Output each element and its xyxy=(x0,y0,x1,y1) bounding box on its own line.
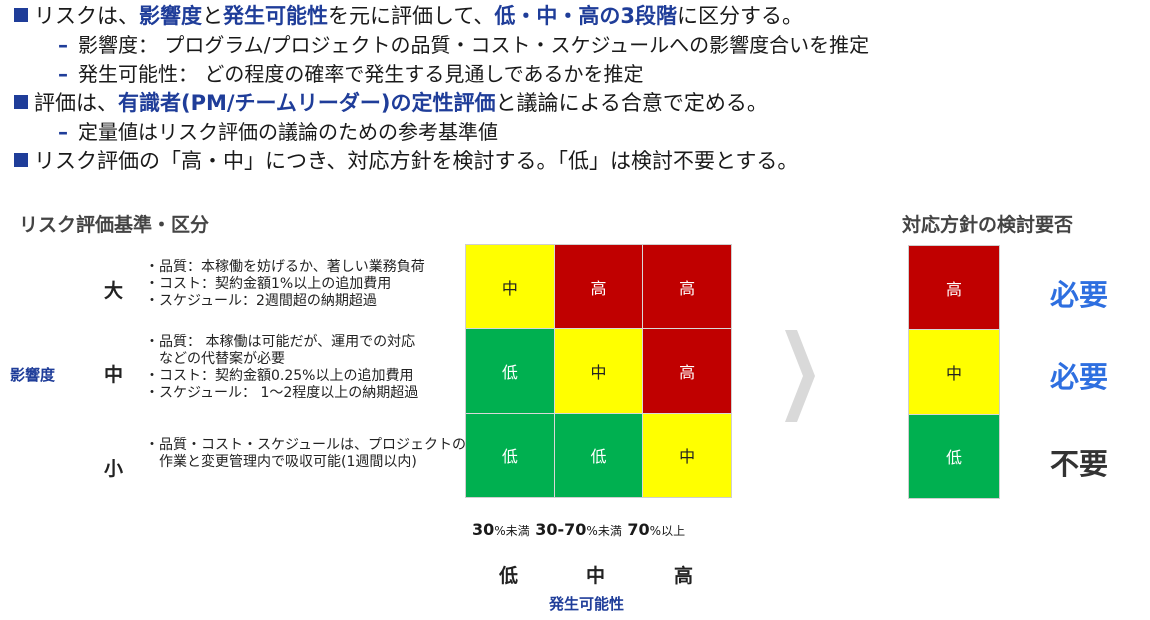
bullet-text: 発生可能性： どの程度の確率で発生する見通しであるかを推定 xyxy=(78,62,644,86)
bullet-item: 評価は、有識者(PM/チームリーダー)の定性評価と議論による合意で定める。 xyxy=(14,89,1134,118)
probability-level-high: 高 xyxy=(674,565,694,587)
matrix-cell: 中 xyxy=(643,413,731,497)
bullet-text: と議論による合意で定める。 xyxy=(495,91,768,115)
impact-desc-mid: ・品質： 本稼働は可能だが、運用での対応 などの代替案が必要 ・コスト：契約金額… xyxy=(145,334,418,402)
square-bullet-icon xyxy=(14,8,28,22)
sub-bullet-item: – 定量値はリスク評価の議論のための参考基準値 xyxy=(14,118,1134,147)
criteria-title: リスク評価基準・区分 xyxy=(19,214,210,236)
emphasis-text: 有識者(PM/チームリーダー)の定性評価 xyxy=(118,91,496,115)
policy-level-cell: 低 xyxy=(909,414,999,498)
bullet-text: リスクは、 xyxy=(34,4,139,28)
bullet-text: を元に評価して、 xyxy=(328,4,495,28)
policy-title: 対応方針の検討要否 xyxy=(902,214,1074,236)
impact-axis-label: 影響度 xyxy=(10,366,56,384)
impact-desc-low: ・品質・コスト・スケジュールは、プロジェクトの 作業と変更管理内で吸収可能(1週… xyxy=(145,437,466,471)
probability-thresholds: 30%未満 30-70%未満 70%以上 xyxy=(470,520,730,539)
impact-level-low: 小 xyxy=(104,458,124,480)
threshold-label: 30%未満 xyxy=(472,520,530,539)
policy-level-cell: 高 xyxy=(909,246,999,330)
matrix-cell: 中 xyxy=(466,245,554,329)
desc-line: などの代替案が必要 xyxy=(145,351,285,367)
bullet-text: リスク評価の「高・中」につき、対応方針を検討する。「低」は検討不要とする。 xyxy=(34,149,799,173)
bullet-list: リスクは、影響度と発生可能性を元に評価して、低・中・高の3段階に区分する。 – 影響… xyxy=(14,2,1134,176)
desc-line: ・スケジュール：2週間超の納期超過 xyxy=(145,293,377,309)
desc-line: ・品質・コスト・スケジュールは、プロジェクトの xyxy=(145,437,467,453)
matrix-cell: 高 xyxy=(554,245,643,329)
dash-bullet-icon: – xyxy=(58,33,68,57)
bullet-text: 定量値はリスク評価の議論のための参考基準値 xyxy=(78,120,498,144)
matrix-cell: 低 xyxy=(466,329,554,413)
sub-bullet-item: – 影響度： プログラム/プロジェクトの品質・コスト・スケジュールへの影響度合いを… xyxy=(14,31,1134,60)
policy-level-cell: 中 xyxy=(909,330,999,414)
desc-line: 作業と変更管理内で吸収可能(1週間以内) xyxy=(145,454,417,470)
matrix-cell: 低 xyxy=(466,413,554,497)
chevron-right-arrow-icon xyxy=(785,330,815,422)
bullet-text: に区分する。 xyxy=(676,4,803,28)
square-bullet-icon xyxy=(14,153,28,167)
bullet-text: 評価は、 xyxy=(34,91,118,115)
emphasis-text: 影響度 xyxy=(139,4,202,28)
square-bullet-icon xyxy=(14,95,28,109)
threshold-label: 70%以上 xyxy=(627,520,686,539)
probability-axis-label: 発生可能性 xyxy=(549,595,625,613)
need-label-mid: 必要 xyxy=(1050,360,1109,394)
bullet-item: リスクは、影響度と発生可能性を元に評価して、低・中・高の3段階に区分する。 xyxy=(14,2,1134,31)
probability-level-mid: 中 xyxy=(586,565,606,587)
emphasis-text: 発生可能性 xyxy=(223,4,328,28)
desc-line: ・品質：本稼働を妨げるか、著しい業務負荷 xyxy=(145,259,425,275)
threshold-label: 30-70%未満 xyxy=(535,520,622,539)
need-label-low: 不要 xyxy=(1050,447,1109,481)
desc-line: ・品質： 本稼働は可能だが、運用での対応 xyxy=(145,334,416,350)
impact-level-high: 大 xyxy=(104,280,124,302)
bullet-text: 影響度： プログラム/プロジェクトの品質・コスト・スケジュールへの影響度合いを推… xyxy=(78,33,870,57)
emphasis-text: 低・中・高の3段階 xyxy=(494,4,677,28)
policy-column: 高中低 xyxy=(908,245,1000,499)
risk-matrix: 中高高低中高低低中 xyxy=(465,244,732,498)
dash-bullet-icon: – xyxy=(58,120,68,144)
need-label-high: 必要 xyxy=(1050,278,1109,312)
bullet-item: リスク評価の「高・中」につき、対応方針を検討する。「低」は検討不要とする。 xyxy=(14,147,1134,176)
impact-level-mid: 中 xyxy=(104,364,124,386)
matrix-cell: 高 xyxy=(643,245,731,329)
sub-bullet-item: – 発生可能性： どの程度の確率で発生する見通しであるかを推定 xyxy=(14,60,1134,89)
desc-line: ・コスト：契約金額0.25%以上の追加費用 xyxy=(145,368,414,384)
desc-line: ・コスト：契約金額1%以上の追加費用 xyxy=(145,276,392,292)
matrix-cell: 高 xyxy=(643,329,731,413)
bullet-text: と xyxy=(202,4,223,28)
probability-level-low: 低 xyxy=(499,565,519,587)
dash-bullet-icon: – xyxy=(58,62,68,86)
desc-line: ・スケジュール： 1～2程度以上の納期超過 xyxy=(145,385,419,401)
matrix-cell: 中 xyxy=(554,329,643,413)
matrix-cell: 低 xyxy=(554,413,643,497)
impact-desc-high: ・品質：本稼働を妨げるか、著しい業務負荷 ・コスト：契約金額1%以上の追加費用 … xyxy=(145,259,425,310)
